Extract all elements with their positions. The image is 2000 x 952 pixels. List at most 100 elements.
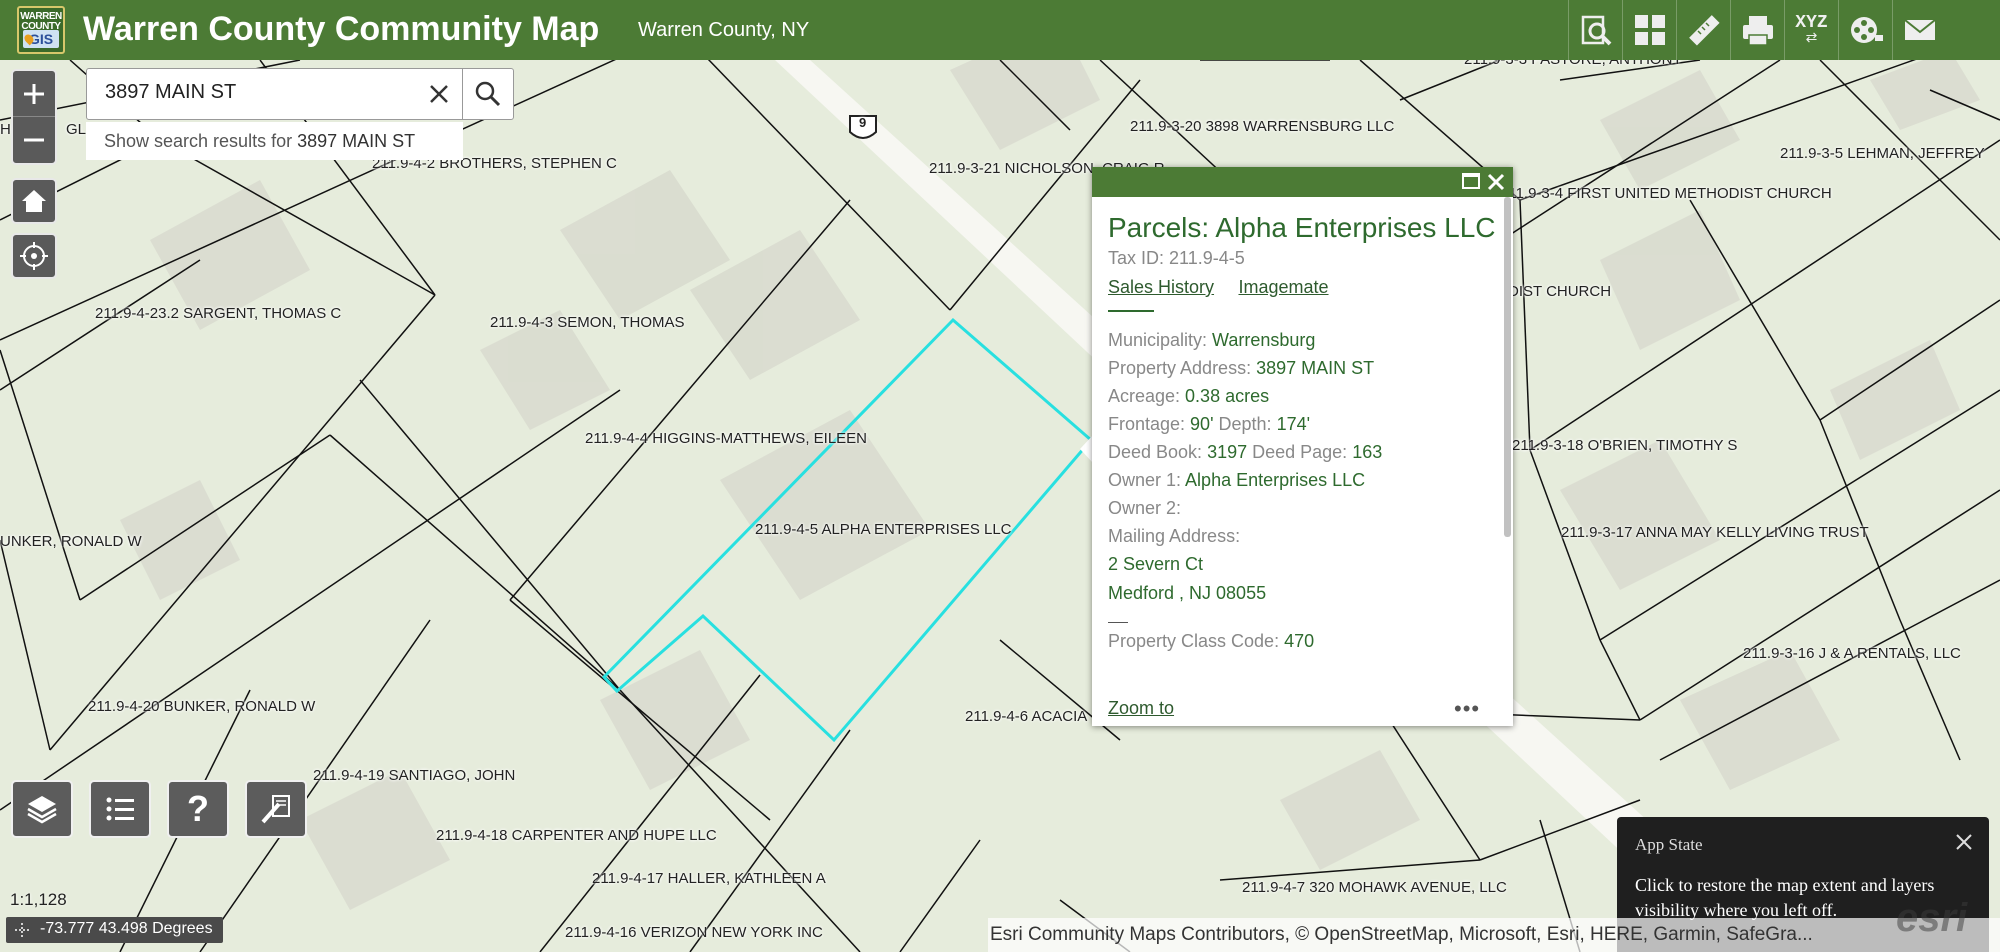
- frontage-row: Frontage: 90' Depth: 174': [1108, 410, 1497, 438]
- warren-county-gis-logo[interactable]: WARREN COUNTY GIS: [17, 6, 65, 54]
- search-box: [86, 68, 463, 120]
- zoom-in-button[interactable]: [13, 71, 55, 117]
- minus-icon: [24, 138, 44, 142]
- print-icon: [1742, 16, 1773, 46]
- parcel-label: 211.9-3-16 J & A RENTALS, LLC: [1743, 645, 1961, 662]
- deed-book-label: Deed Book:: [1108, 442, 1208, 462]
- map-attribution[interactable]: Esri Community Maps Contributors, © Open…: [988, 918, 2000, 952]
- acreage-row: Acreage: 0.38 acres: [1108, 382, 1497, 410]
- depth-value: 174': [1276, 414, 1311, 434]
- help-button[interactable]: ?: [167, 780, 229, 838]
- legend-button[interactable]: [89, 780, 151, 838]
- imagemate-link[interactable]: Imagemate: [1238, 277, 1328, 297]
- search-document-icon: [1581, 15, 1611, 46]
- address-row: Property Address: 3897 MAIN ST: [1108, 354, 1497, 382]
- route-shield-label: 9: [859, 115, 867, 130]
- depth-label: Depth:: [1213, 414, 1277, 434]
- xyz-coordinates-button[interactable]: XYZ ⇄: [1784, 0, 1838, 60]
- popup-footer: Zoom to •••: [1092, 694, 1513, 726]
- search-button[interactable]: [462, 68, 514, 120]
- crosshair-icon: [15, 923, 29, 937]
- parcel-label: 211.9-3-20 3898 WARRENSBURG LLC: [1130, 118, 1395, 135]
- parcel-label: 211.9-4-4 HIGGINS-MATTHEWS, EILEEN: [585, 430, 868, 447]
- zoom-to-link[interactable]: Zoom to: [1108, 698, 1174, 719]
- home-icon: [22, 190, 46, 212]
- parcel-label: 211.9-3-4 FIRST UNITED METHODIST CHURCH: [1500, 185, 1832, 202]
- search-parcel-button[interactable]: [1568, 0, 1622, 60]
- film-reel-button[interactable]: [1838, 0, 1892, 60]
- search-input[interactable]: [105, 81, 405, 104]
- class-label: Property Class Code:: [1108, 631, 1285, 651]
- film-reel-icon: [1850, 17, 1883, 43]
- more-options-icon[interactable]: •••: [1454, 696, 1480, 722]
- parcel-label: 211.9-3-3 PASTORE, ANTHONY: [1464, 60, 1682, 68]
- locate-icon: [20, 242, 48, 270]
- question-mark-icon: ?: [187, 788, 209, 829]
- parcel-label: 211.9-4-6 ACACIA: [965, 708, 1088, 725]
- parcel-label: 211.9-4-19 SANTIAGO, JOHN: [313, 767, 516, 784]
- home-button[interactable]: [11, 178, 57, 224]
- divider: [1108, 310, 1154, 312]
- ruler-icon: [1688, 15, 1720, 46]
- coordinate-display[interactable]: -73.777 43.498 Degrees: [6, 917, 223, 943]
- basemap-gallery-button[interactable]: [1622, 0, 1676, 60]
- municipality-value: Warrensburg: [1212, 330, 1316, 350]
- owner2-row: Owner 2:: [1108, 498, 1182, 518]
- layers-icon: [27, 796, 57, 824]
- parcel-label: UNKER, RONALD W: [0, 533, 142, 550]
- suggestion-prefix: Show search results for: [104, 131, 298, 151]
- email-button[interactable]: [1892, 0, 1946, 60]
- parcel-label: H: [0, 121, 11, 138]
- parcel-label: GL: [66, 121, 87, 138]
- list-icon: [106, 797, 134, 821]
- mailing-label: Mailing Address:: [1108, 526, 1241, 546]
- sales-history-link[interactable]: Sales History: [1108, 277, 1214, 297]
- close-popup-icon[interactable]: [1486, 172, 1506, 192]
- divider: [1108, 622, 1128, 623]
- address-value: 3897 MAIN ST: [1256, 358, 1375, 378]
- parcel-label: 211.9-4-7 320 MOHAWK AVENUE, LLC: [1242, 879, 1507, 896]
- popup-header: [1092, 167, 1513, 197]
- mailing-line2: Medford , NJ 08055: [1108, 583, 1267, 603]
- acreage-label: Acreage:: [1108, 386, 1186, 406]
- draw-button[interactable]: [245, 780, 307, 838]
- maximize-icon[interactable]: [1462, 173, 1480, 189]
- parcel-label: DIST CHURCH: [1508, 283, 1612, 300]
- plus-icon: [24, 83, 44, 104]
- app-subtitle: Warren County, NY: [638, 19, 810, 41]
- measure-button[interactable]: [1676, 0, 1730, 60]
- search-icon: [475, 81, 501, 107]
- parcel-label: 211.9-4-17 HALLER, KATHLEEN A: [592, 870, 826, 887]
- logo-line1: WARREN COUNTY: [20, 11, 62, 32]
- esri-logo: esri: [1896, 896, 1968, 940]
- suggestion-value: 3897 MAIN ST: [297, 131, 416, 151]
- frontage-value: 90': [1190, 414, 1214, 434]
- frontage-label: Frontage:: [1108, 414, 1191, 434]
- edit-drawing-icon: [261, 795, 290, 824]
- zoom-control: [11, 69, 57, 165]
- mailing-line1: 2 Severn Ct: [1108, 554, 1204, 574]
- close-icon[interactable]: [1953, 831, 1975, 853]
- parcel-label: 211.9-4-16 VERIZON NEW YORK INC: [565, 924, 823, 941]
- deed-book-value: 3197: [1207, 442, 1248, 462]
- layers-button[interactable]: [11, 780, 73, 838]
- xyz-label: XYZ: [1795, 13, 1828, 33]
- app-title: Warren County Community Map: [83, 10, 600, 48]
- locate-button[interactable]: [11, 233, 57, 279]
- deed-page-value: 163: [1352, 442, 1383, 462]
- popup-scrollbar[interactable]: [1504, 197, 1511, 537]
- parcel-label: 211.9-4-18 CARPENTER AND HUPE LLC: [436, 827, 717, 844]
- app-header: WARREN COUNTY GIS Warren County Communit…: [0, 0, 2000, 60]
- owner1-value: Alpha Enterprises LLC: [1185, 470, 1366, 490]
- clear-search-button[interactable]: [426, 81, 452, 107]
- parcel-label: 211.9-3-18 O'BRIEN, TIMOTHY S: [1512, 437, 1738, 454]
- print-button[interactable]: [1730, 0, 1784, 60]
- parcel-label: 211.9-4-5 ALPHA ENTERPRISES LLC: [755, 521, 1012, 538]
- parcel-label: 211.9-4-3 SEMON, THOMAS: [490, 314, 685, 331]
- municipality-row: Municipality: Warrensburg: [1108, 326, 1497, 354]
- search-suggestion[interactable]: Show search results for 3897 MAIN ST: [86, 122, 463, 160]
- coordinates-text: -73.777 43.498 Degrees: [40, 920, 213, 937]
- close-icon: [430, 85, 448, 103]
- zoom-out-button[interactable]: [13, 117, 55, 163]
- scale-label: 1:1,128: [10, 890, 67, 909]
